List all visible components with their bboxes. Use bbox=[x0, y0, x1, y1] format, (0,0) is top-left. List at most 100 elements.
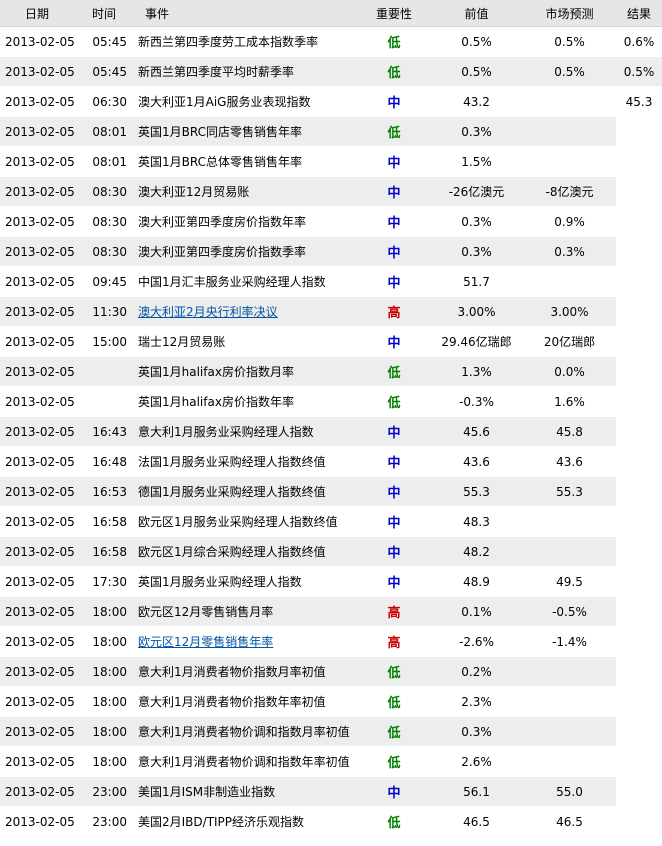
event-cell: 瑞士12月贸易账 bbox=[136, 326, 358, 357]
forecast-value-cell: 55.3 bbox=[523, 476, 616, 507]
event-cell: 欧元区12月零售销售月率 bbox=[136, 596, 358, 627]
date-cell: 2013-02-05 bbox=[0, 86, 88, 117]
result-value-cell bbox=[616, 506, 662, 537]
importance-badge: 中 bbox=[358, 236, 430, 267]
forecast-value-cell: 20亿瑞郎 bbox=[523, 326, 616, 357]
importance-badge: 中 bbox=[358, 566, 430, 597]
table-row: 2013-02-05 08:01 英国1月BRC总体零售销售年率中 1.5% bbox=[0, 146, 662, 177]
table-row: 2013-02-05 09:45 中国1月汇丰服务业采购经理人指数中 51.7 bbox=[0, 266, 662, 297]
event-cell: 英国1月服务业采购经理人指数 bbox=[136, 566, 358, 597]
event-link[interactable]: 欧元区12月零售销售年率 bbox=[138, 635, 273, 649]
result-value-cell: 45.3 bbox=[616, 86, 662, 117]
time-cell: 05:45 bbox=[88, 56, 136, 87]
forecast-value-cell bbox=[523, 266, 616, 297]
time-cell bbox=[88, 356, 136, 387]
result-value-cell bbox=[616, 176, 662, 207]
forecast-value-cell bbox=[523, 146, 616, 177]
previous-value-cell: -26亿澳元 bbox=[430, 176, 523, 207]
date-cell: 2013-02-05 bbox=[0, 476, 88, 507]
event-cell: 新西兰第四季度平均时薪季率 bbox=[136, 56, 358, 87]
column-header-time: 时间 bbox=[88, 0, 136, 27]
previous-value-cell: 48.3 bbox=[430, 506, 523, 537]
importance-badge: 低 bbox=[358, 56, 430, 87]
forecast-value-cell bbox=[523, 116, 616, 147]
date-cell: 2013-02-05 bbox=[0, 446, 88, 477]
table-row: 2013-02-05 16:48 法国1月服务业采购经理人指数终值中 43.6 43.6 bbox=[0, 446, 662, 477]
time-cell bbox=[88, 386, 136, 417]
time-cell: 16:48 bbox=[88, 446, 136, 477]
date-cell: 2013-02-05 bbox=[0, 416, 88, 447]
result-value-cell bbox=[616, 656, 662, 687]
date-cell: 2013-02-05 bbox=[0, 206, 88, 237]
result-value-cell bbox=[616, 536, 662, 567]
date-cell: 2013-02-05 bbox=[0, 56, 88, 87]
previous-value-cell: 1.5% bbox=[430, 146, 523, 177]
event-cell: 澳大利亚12月贸易账 bbox=[136, 176, 358, 207]
forecast-value-cell bbox=[523, 536, 616, 567]
importance-badge: 低 bbox=[358, 116, 430, 147]
result-value-cell bbox=[616, 386, 662, 417]
time-cell: 05:45 bbox=[88, 26, 136, 57]
time-cell: 08:30 bbox=[88, 236, 136, 267]
table-row: 2013-02-05 16:53 德国1月服务业采购经理人指数终值中 55.3 55.3 bbox=[0, 476, 662, 507]
date-cell: 2013-02-05 bbox=[0, 236, 88, 267]
date-cell: 2013-02-05 bbox=[0, 26, 88, 57]
forecast-value-cell: 0.5% bbox=[523, 26, 616, 57]
result-value-cell bbox=[616, 806, 662, 837]
importance-badge: 高 bbox=[358, 626, 430, 657]
event-cell: 意大利1月消费者物价调和指数月率初值 bbox=[136, 716, 358, 747]
importance-badge: 中 bbox=[358, 446, 430, 477]
date-cell: 2013-02-05 bbox=[0, 146, 88, 177]
result-value-cell bbox=[616, 686, 662, 717]
event-cell[interactable]: 欧元区12月零售销售年率 bbox=[136, 626, 358, 657]
forecast-value-cell: -1.4% bbox=[523, 626, 616, 657]
event-cell: 英国1月BRC同店零售销售年率 bbox=[136, 116, 358, 147]
date-cell: 2013-02-05 bbox=[0, 386, 88, 417]
column-header-forecast: 市场预测 bbox=[523, 0, 616, 27]
importance-badge: 高 bbox=[358, 296, 430, 327]
importance-badge: 中 bbox=[358, 176, 430, 207]
column-header-previous: 前值 bbox=[430, 0, 523, 27]
result-value-cell: 0.6% bbox=[616, 26, 662, 57]
previous-value-cell: 55.3 bbox=[430, 476, 523, 507]
time-cell: 16:58 bbox=[88, 506, 136, 537]
forecast-value-cell: 1.6% bbox=[523, 386, 616, 417]
previous-value-cell: 48.2 bbox=[430, 536, 523, 567]
date-cell: 2013-02-05 bbox=[0, 716, 88, 747]
event-link[interactable]: 澳大利亚2月央行利率决议 bbox=[138, 305, 278, 319]
date-cell: 2013-02-05 bbox=[0, 626, 88, 657]
forecast-value-cell: 0.0% bbox=[523, 356, 616, 387]
result-value-cell bbox=[616, 296, 662, 327]
importance-badge: 中 bbox=[358, 326, 430, 357]
date-cell: 2013-02-05 bbox=[0, 296, 88, 327]
importance-badge: 中 bbox=[358, 86, 430, 117]
forecast-value-cell: 46.5 bbox=[523, 806, 616, 837]
forecast-value-cell: 45.8 bbox=[523, 416, 616, 447]
column-header-importance: 重要性 bbox=[358, 0, 430, 27]
date-cell: 2013-02-05 bbox=[0, 326, 88, 357]
previous-value-cell: 0.5% bbox=[430, 56, 523, 87]
event-cell[interactable]: 澳大利亚2月央行利率决议 bbox=[136, 296, 358, 327]
forecast-value-cell: 43.6 bbox=[523, 446, 616, 477]
importance-badge: 低 bbox=[358, 656, 430, 687]
previous-value-cell: 0.5% bbox=[430, 26, 523, 57]
previous-value-cell: 29.46亿瑞郎 bbox=[430, 326, 523, 357]
event-cell: 中国1月汇丰服务业采购经理人指数 bbox=[136, 266, 358, 297]
forecast-value-cell: 0.3% bbox=[523, 236, 616, 267]
time-cell: 08:30 bbox=[88, 176, 136, 207]
forecast-value-cell bbox=[523, 686, 616, 717]
result-value-cell bbox=[616, 596, 662, 627]
importance-badge: 低 bbox=[358, 746, 430, 777]
time-cell: 18:00 bbox=[88, 716, 136, 747]
forecast-value-cell: -0.5% bbox=[523, 596, 616, 627]
forecast-value-cell bbox=[523, 746, 616, 777]
column-header-event: 事件 bbox=[136, 0, 358, 27]
table-row: 2013-02-05 11:30 澳大利亚2月央行利率决议高 3.00% 3.00% bbox=[0, 296, 662, 327]
previous-value-cell: 48.9 bbox=[430, 566, 523, 597]
time-cell: 08:30 bbox=[88, 206, 136, 237]
time-cell: 16:58 bbox=[88, 536, 136, 567]
table-row: 2013-02-05 18:00 意大利1月消费者物价指数月率初值低 0.2% bbox=[0, 656, 662, 687]
event-cell: 欧元区1月综合采购经理人指数终值 bbox=[136, 536, 358, 567]
event-cell: 美国2月IBD/TIPP经济乐观指数 bbox=[136, 806, 358, 837]
importance-badge: 低 bbox=[358, 356, 430, 387]
